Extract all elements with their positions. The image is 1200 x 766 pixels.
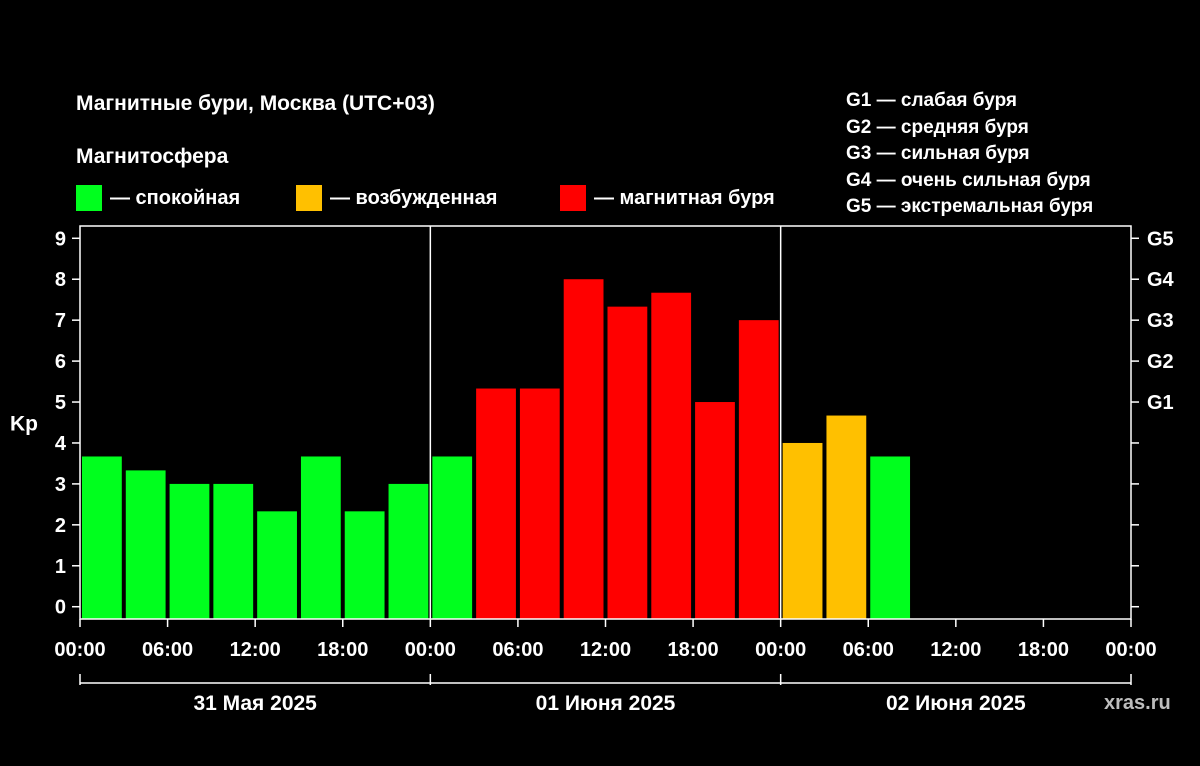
bar-18 [870, 456, 911, 619]
bar-9 [476, 388, 516, 619]
y-tick-label-8: 8 [55, 269, 66, 291]
g-axis-label-G1: G1 [1147, 392, 1174, 414]
g-axis-label-G4: G4 [1147, 269, 1175, 291]
day-label-1: 01 Июня 2025 [536, 692, 676, 715]
y-tick-label-2: 2 [55, 515, 66, 537]
bar-10 [519, 388, 560, 619]
day-label-2: 02 Июня 2025 [886, 692, 1026, 715]
y-tick-label-5: 5 [55, 392, 66, 414]
g-axis-label-G5: G5 [1147, 228, 1174, 250]
g-axis-label-G3: G3 [1147, 310, 1174, 332]
y-tick-label-7: 7 [55, 310, 66, 332]
bar-15 [738, 320, 779, 619]
x-tick-label-11: 18:00 [1018, 639, 1069, 661]
bar-2 [169, 483, 210, 619]
watermark: xras.ru [1104, 692, 1171, 714]
y-tick-label-6: 6 [55, 351, 66, 373]
g-axis-label-G2: G2 [1147, 351, 1174, 373]
bar-13 [651, 292, 692, 619]
y-tick-label-0: 0 [55, 597, 66, 619]
bar-4 [257, 511, 297, 619]
x-tick-label-8: 00:00 [755, 639, 806, 661]
x-tick-label-5: 06:00 [492, 639, 543, 661]
bar-1 [125, 470, 166, 619]
x-tick-label-4: 00:00 [405, 639, 456, 661]
day-label-0: 31 Мая 2025 [193, 692, 317, 715]
x-tick-label-3: 18:00 [317, 639, 368, 661]
bar-17 [826, 415, 867, 619]
bar-6 [344, 511, 385, 619]
bar-5 [300, 456, 341, 619]
kp-chart: 0 1 2 3 4 5 6 7 8 9 Kp G5 G4 G3 G2 G1 00:00 06:00 12:00 18:… [10, 225, 1175, 715]
y-axis-label: Kp [10, 413, 38, 436]
bar-11 [563, 279, 604, 619]
x-tick-label-2: 12:00 [230, 639, 281, 661]
x-tick-label-9: 06:00 [843, 639, 894, 661]
x-tick-label-0: 00:00 [54, 639, 105, 661]
x-tick-label-7: 18:00 [668, 639, 719, 661]
bar-8 [432, 456, 473, 619]
bar-12 [607, 306, 648, 619]
bar-14 [695, 402, 735, 619]
y-tick-label-3: 3 [55, 474, 66, 496]
x-tick-label-12: 00:00 [1105, 639, 1156, 661]
bar-0 [82, 456, 122, 619]
y-tick-label-1: 1 [55, 556, 66, 578]
bar-16 [782, 442, 823, 619]
bar-3 [213, 483, 254, 619]
x-tick-label-1: 06:00 [142, 639, 193, 661]
x-tick-label-6: 12:00 [580, 639, 631, 661]
bar-7 [388, 483, 429, 619]
y-tick-label-9: 9 [55, 228, 66, 250]
x-tick-label-10: 12:00 [930, 639, 981, 661]
y-tick-label-4: 4 [55, 433, 67, 455]
